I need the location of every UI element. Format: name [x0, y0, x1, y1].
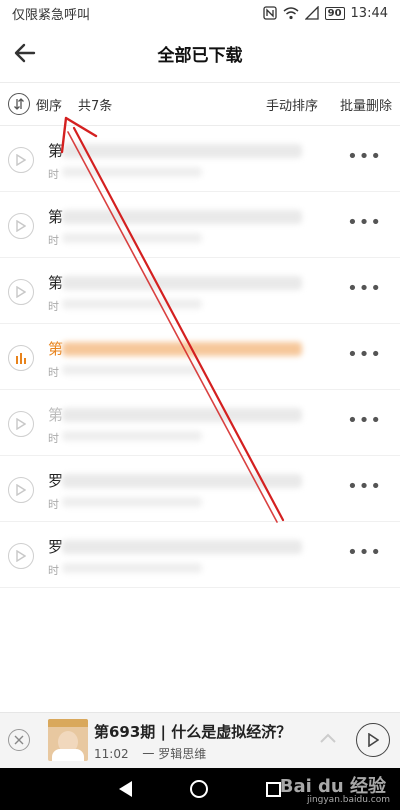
nfc-icon	[262, 6, 277, 20]
cover-banner	[48, 719, 88, 727]
more-options-icon[interactable]: •••	[347, 478, 382, 496]
blurred-title	[62, 408, 302, 422]
blurred-meta	[62, 431, 202, 441]
play-icon	[368, 733, 379, 747]
blurred-meta	[62, 365, 202, 375]
list-item[interactable]: 第 时 •••	[0, 192, 400, 258]
list-item[interactable]: 第 时 •••	[0, 390, 400, 456]
item-meta: 时	[48, 300, 59, 313]
list-item[interactable]: 罗 时 •••	[0, 456, 400, 522]
blurred-meta	[62, 563, 202, 573]
player-time: 11:02	[94, 747, 129, 761]
manual-sort-button[interactable]: 手动排序	[266, 95, 318, 114]
play-icon[interactable]	[8, 279, 34, 305]
list-item[interactable]: 第 时 •••	[0, 126, 400, 192]
play-icon[interactable]	[8, 411, 34, 437]
more-options-icon[interactable]: •••	[347, 148, 382, 166]
nav-home-icon[interactable]	[190, 780, 208, 798]
item-title: 罗	[48, 538, 64, 556]
player-author: 一 罗辑思维	[142, 747, 207, 761]
header: 全部已下载	[0, 28, 400, 78]
download-list: 第 时 ••• 第 时 ••• 第 时 ••• 第 时 ••• 第 时 ••• …	[0, 126, 400, 588]
batch-delete-button[interactable]: 批量删除	[340, 95, 392, 114]
signal-icon	[304, 6, 319, 20]
blurred-title	[62, 144, 302, 158]
page-title: 全部已下载	[157, 45, 243, 66]
item-title: 第	[48, 340, 64, 358]
list-toolbar: 倒序 共7条 手动排序 批量删除	[0, 82, 400, 126]
wifi-icon	[283, 7, 299, 20]
item-meta: 时	[48, 168, 59, 181]
status-right: 90 13:44	[262, 5, 388, 21]
status-left-text: 仅限紧急呼叫	[12, 7, 91, 23]
more-options-icon[interactable]: •••	[347, 214, 382, 232]
sort-arrows-icon	[14, 98, 24, 110]
more-options-icon[interactable]: •••	[347, 412, 382, 430]
list-item-playing[interactable]: 第 时 •••	[0, 324, 400, 390]
item-title: 罗	[48, 472, 64, 490]
list-item[interactable]: 罗 时 •••	[0, 522, 400, 588]
blurred-meta	[62, 497, 202, 507]
watermark-url: jingyan.baidu.com	[306, 795, 390, 805]
total-count: 共7条	[78, 98, 113, 114]
status-bar: 仅限紧急呼叫 90 13:44	[0, 0, 400, 26]
more-options-icon[interactable]: •••	[347, 280, 382, 298]
close-icon[interactable]	[8, 729, 30, 751]
item-meta: 时	[48, 498, 59, 511]
item-meta: 时	[48, 234, 59, 247]
blurred-title	[62, 474, 302, 488]
blurred-title	[62, 276, 302, 290]
more-options-icon[interactable]: •••	[347, 544, 382, 562]
blurred-meta	[62, 233, 202, 243]
item-meta: 时	[48, 564, 59, 577]
item-meta: 时	[48, 366, 59, 379]
mini-player[interactable]: 第693期 | 什么是虚拟经济？ 11:02 一 罗辑思维	[0, 712, 400, 768]
status-time: 13:44	[350, 5, 388, 21]
blurred-title	[62, 540, 302, 554]
arrow-left-icon[interactable]	[12, 40, 38, 66]
blurred-title	[62, 210, 302, 224]
sort-order-button[interactable]: 倒序	[36, 95, 62, 114]
play-button[interactable]	[356, 723, 390, 757]
nav-back-icon[interactable]	[119, 781, 132, 797]
now-playing-icon[interactable]	[8, 345, 34, 371]
item-title: 第	[48, 142, 64, 160]
sort-order-icon[interactable]	[8, 93, 30, 115]
list-item[interactable]: 第 时 •••	[0, 258, 400, 324]
play-icon[interactable]	[8, 543, 34, 569]
player-meta: 11:02 一 罗辑思维	[94, 745, 206, 762]
item-title: 第	[48, 274, 64, 292]
item-title: 第	[48, 406, 64, 424]
battery-level: 90	[324, 6, 345, 20]
blurred-meta	[62, 167, 202, 177]
blurred-meta	[62, 299, 202, 309]
album-cover[interactable]	[48, 719, 88, 761]
blurred-title	[62, 342, 302, 356]
player-title: 第693期 | 什么是虚拟经济？	[94, 723, 292, 741]
play-icon[interactable]	[8, 477, 34, 503]
item-title: 第	[48, 208, 64, 226]
play-icon[interactable]	[8, 213, 34, 239]
chevron-up-icon[interactable]	[318, 729, 338, 749]
cover-shirt	[52, 749, 84, 761]
play-icon[interactable]	[8, 147, 34, 173]
more-options-icon[interactable]: •••	[347, 346, 382, 364]
item-meta: 时	[48, 432, 59, 445]
